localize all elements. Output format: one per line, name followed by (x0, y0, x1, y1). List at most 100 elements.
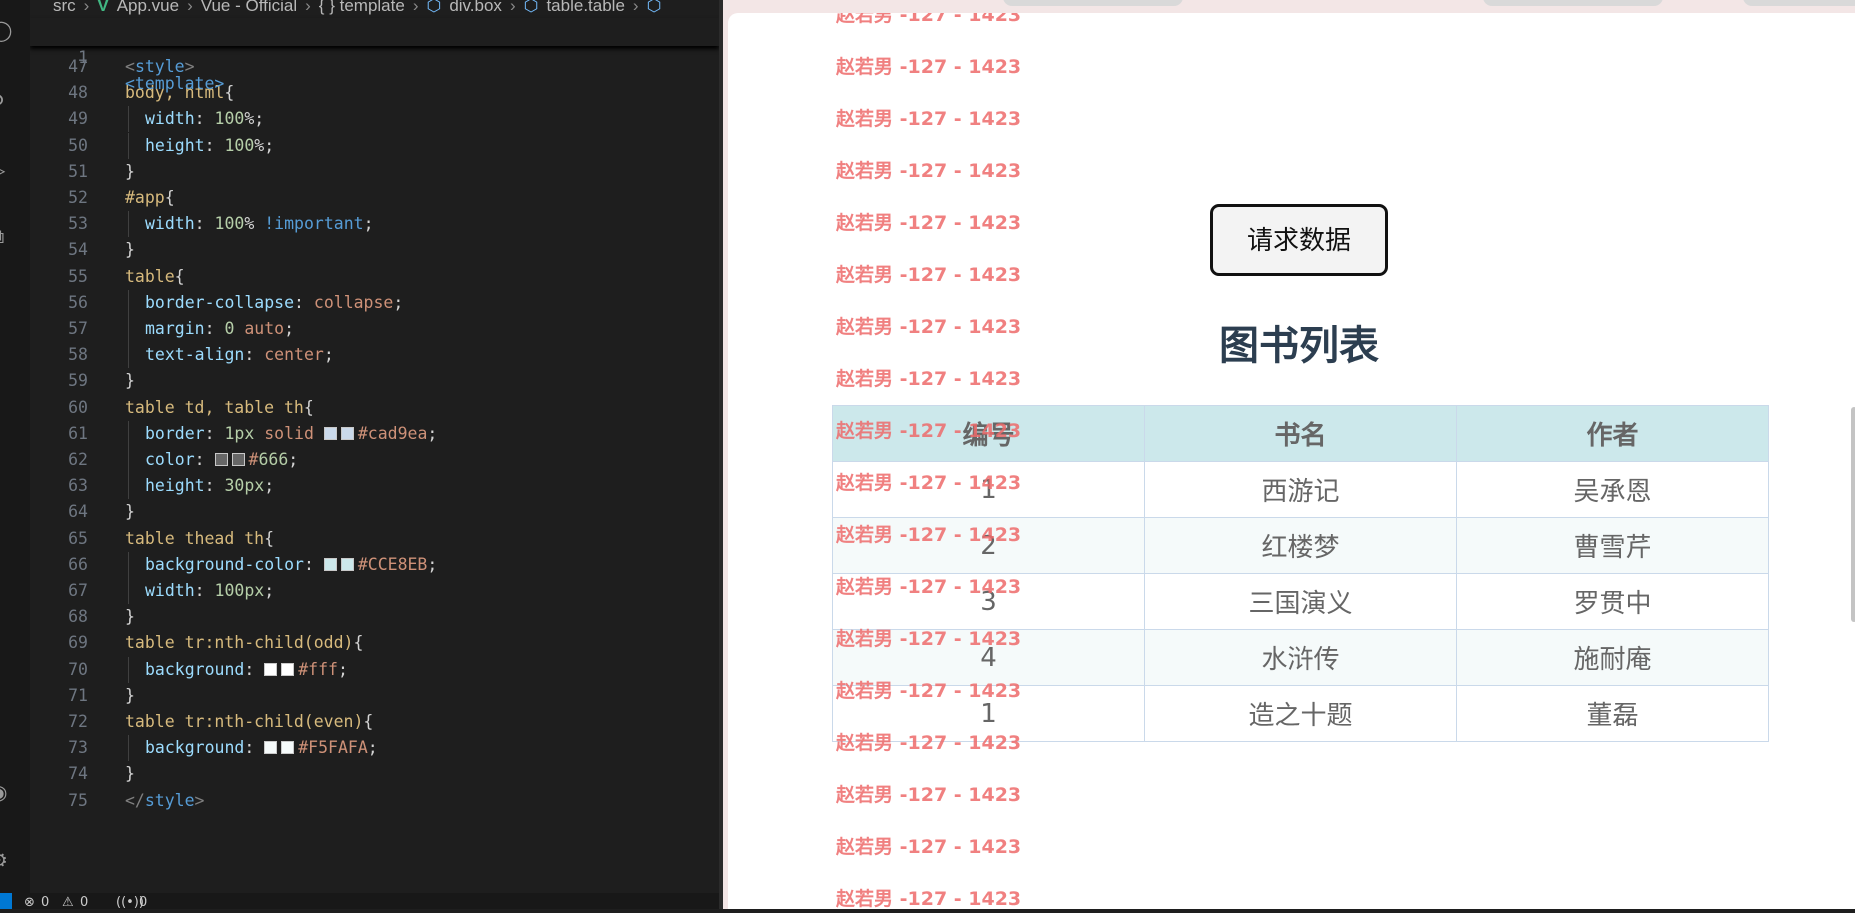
line-number: 50 (68, 135, 88, 155)
code-line[interactable]: 65 table thead th{ (30, 526, 719, 552)
browser-tab[interactable] (1743, 0, 1855, 6)
code-line[interactable]: 73 background: #F5FAFA; (30, 735, 719, 762)
line-number: 66 (68, 554, 88, 574)
code-line[interactable]: 54} (30, 237, 719, 263)
code-line[interactable]: 75 </style> (30, 788, 719, 814)
line-number: 70 (68, 659, 88, 679)
code-line[interactable]: 74} (30, 761, 719, 787)
browser-tab[interactable] (1003, 0, 1183, 6)
request-data-button[interactable]: 请求数据 (1210, 204, 1388, 276)
breadcrumb-item[interactable]: src (53, 0, 76, 16)
remote-indicator[interactable] (0, 893, 12, 909)
table-cell: 1 (832, 461, 1145, 518)
code-line[interactable]: 50 height: 100%; (30, 132, 719, 159)
code-text: background: #fff; (145, 659, 348, 679)
table-row: 1 西游记 吴承恩 (832, 461, 1769, 518)
code-line[interactable]: 63 height: 30px; (30, 473, 719, 500)
code-line[interactable]: 60 table td, table th{ (30, 395, 719, 421)
warning-icon[interactable]: ⚠ (62, 893, 74, 913)
watermark-text: 赵若男 -127 - 1423 (836, 888, 1022, 909)
code-line[interactable]: 61 border: 1px solid #cad9ea; (30, 420, 719, 447)
line-number: 51 (68, 161, 88, 181)
table-cell: 水浒传 (1144, 629, 1457, 686)
breadcrumb-item[interactable]: table.table (546, 0, 624, 16)
code-line[interactable]: 56 border-collapse: collapse; (30, 289, 719, 316)
table-cell: 红楼梦 (1144, 517, 1457, 574)
table-cell: 1 (832, 685, 1145, 742)
code-editor[interactable]: src › V App.vue › Vue - Official › { } t… (30, 0, 719, 909)
code-text: height: 100%; (145, 135, 275, 155)
account-icon[interactable]: ◉ (0, 780, 14, 804)
code-line[interactable]: 62 color: #666; (30, 447, 719, 473)
code-line[interactable]: 68} (30, 604, 719, 630)
line-number: 67 (68, 581, 88, 600)
indent-guide (128, 447, 129, 473)
code-line[interactable]: 55 table{ (30, 264, 719, 290)
code-line[interactable]: 53 width: 100% !important; (30, 211, 719, 238)
line-number: 74 (68, 764, 88, 784)
extensions-icon[interactable]: ⧉ (0, 224, 14, 248)
breadcrumb-item[interactable]: Vue - Official (201, 0, 297, 16)
code-line[interactable]: 66 background-color: #CCE8EB; (30, 551, 719, 578)
code-line[interactable]: 71} (30, 683, 719, 709)
line-number: 57 (68, 319, 88, 338)
code-line[interactable]: 58 text-align: center; (30, 342, 719, 369)
gear-icon[interactable]: ⚙ (0, 848, 14, 872)
indent-guide (128, 132, 129, 159)
preview-scrollbar[interactable] (1851, 407, 1855, 622)
watermark-text: 赵若男 -127 - 1423 (836, 836, 1022, 858)
ports-count[interactable]: 0 (139, 893, 147, 913)
code-text: } (125, 607, 135, 627)
table-row: 2 红楼梦 曹雪芹 (832, 517, 1769, 574)
line-number: 64 (68, 502, 88, 522)
watermark-text: 赵若男 -127 - 1423 (836, 368, 1022, 390)
line-number: 63 (68, 476, 88, 496)
element-icon: ⬡ (523, 0, 539, 15)
code-text: border-collapse: collapse; (145, 292, 404, 312)
breadcrumb-item[interactable]: div.box (449, 0, 502, 16)
code-line[interactable]: 69 table tr:nth-child(odd){ (30, 630, 719, 656)
code-text: } (125, 240, 135, 260)
source-control-icon[interactable]: ⚲ (0, 90, 14, 114)
warning-count[interactable]: 0 (80, 893, 88, 913)
code-line[interactable]: 57 margin: 0 auto; (30, 316, 719, 342)
table-cell: 曹雪芹 (1456, 517, 1769, 574)
search-icon[interactable]: ◯ (0, 18, 14, 42)
table-cell: 4 (832, 629, 1145, 686)
code-line[interactable]: 49 width: 100%; (30, 106, 719, 133)
column-header-title: 书名 (1144, 405, 1457, 462)
line-number: 61 (68, 423, 88, 443)
browser-tab[interactable] (1483, 0, 1663, 6)
code-text: background-color: #CCE8EB; (145, 554, 438, 574)
sticky-scroll-line[interactable]: 1 <template> (30, 18, 719, 93)
table-cell: 2 (832, 517, 1145, 574)
indent-guide (128, 211, 129, 238)
breadcrumb-item[interactable]: { } template (319, 0, 405, 16)
table-cell: 罗贯中 (1456, 573, 1769, 630)
code-line[interactable]: 51} (30, 159, 719, 185)
breadcrumb-item[interactable]: App.vue (117, 0, 179, 16)
code-text: border: 1px solid #cad9ea; (145, 423, 438, 443)
code-text: height: 30px; (145, 476, 275, 496)
code-text: } (125, 502, 135, 522)
line-number: 58 (68, 345, 88, 365)
code-line[interactable]: 59} (30, 368, 719, 394)
code-text: color: #666; (145, 450, 299, 469)
error-count[interactable]: 0 (41, 893, 49, 913)
table-cell: 三国演义 (1144, 573, 1457, 630)
indent-guide (128, 342, 129, 369)
line-number: 1 (78, 48, 88, 67)
code-line[interactable]: 72 table tr:nth-child(even){ (30, 709, 719, 735)
code-text: text-align: center; (145, 345, 334, 365)
run-debug-icon[interactable]: ▷ (0, 158, 14, 182)
code-text: } (125, 685, 135, 705)
code-line[interactable]: 64} (30, 499, 719, 525)
code-line[interactable]: 52 #app{ (30, 185, 719, 211)
error-icon[interactable]: ⊗ (24, 893, 35, 913)
code-line[interactable]: 70 background: #fff; (30, 656, 719, 683)
watermark-text: 赵若男 -127 - 1423 (836, 108, 1022, 130)
code-line[interactable]: 67 width: 100px; (30, 578, 719, 604)
table-cell: 吴承恩 (1456, 461, 1769, 518)
indent-guide (128, 316, 129, 342)
table-cell: 施耐庵 (1456, 629, 1769, 686)
